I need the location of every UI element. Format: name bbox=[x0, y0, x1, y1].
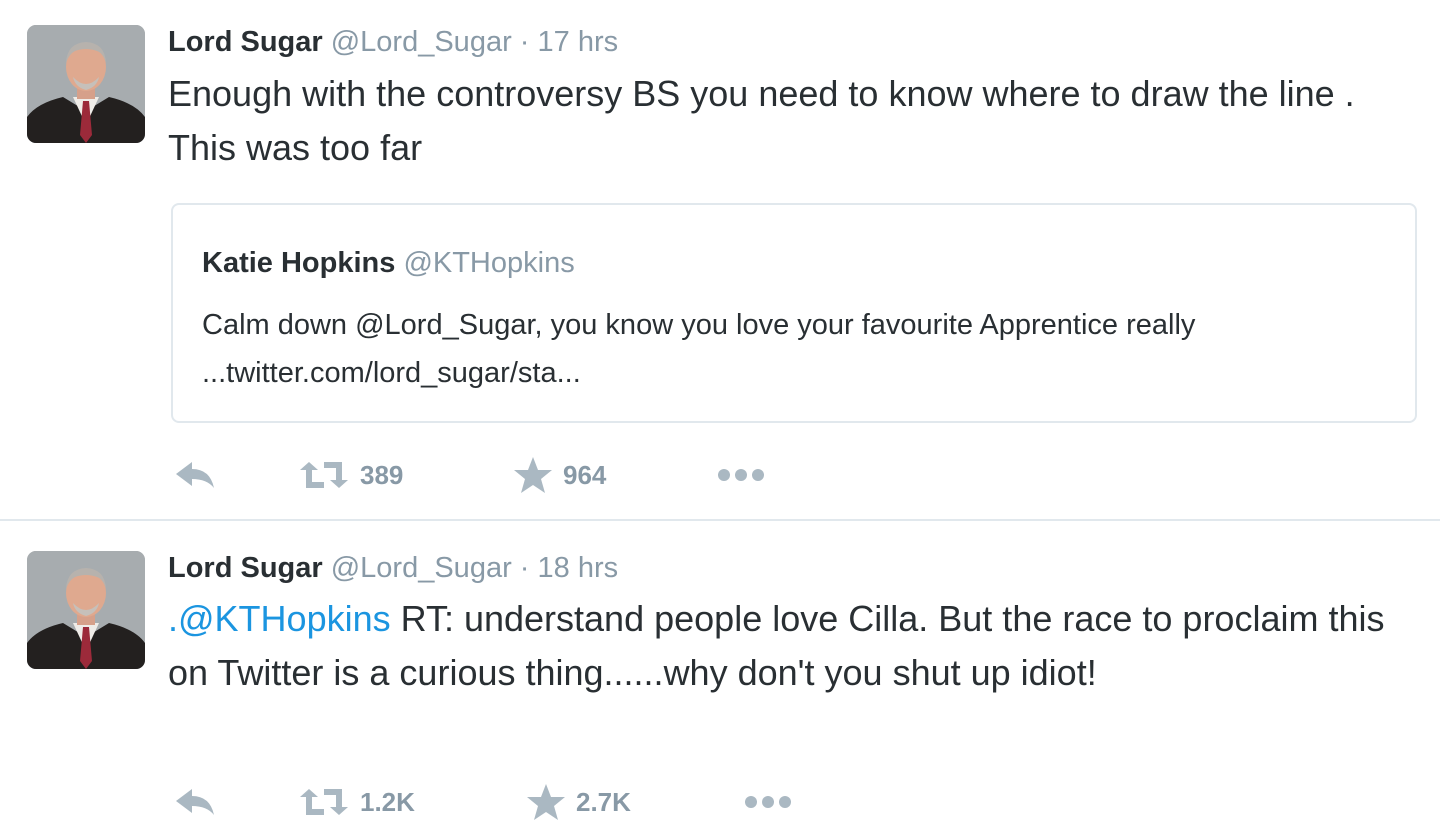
separator-dot: · bbox=[519, 26, 530, 58]
retweet-button[interactable]: 1.2K bbox=[298, 782, 415, 822]
avatar-image bbox=[27, 25, 145, 143]
tweet-header: Lord Sugar @Lord_Sugar · 17 hrs bbox=[168, 24, 618, 60]
author-handle[interactable]: @Lord_Sugar bbox=[331, 552, 512, 584]
reply-icon bbox=[176, 789, 214, 815]
author-name[interactable]: Lord Sugar bbox=[168, 26, 323, 58]
separator-dot: · bbox=[519, 552, 530, 584]
tweet-1[interactable]: Lord Sugar @Lord_Sugar · 17 hrs Enough w… bbox=[0, 0, 1440, 521]
more-icon bbox=[718, 469, 764, 481]
more-icon bbox=[745, 796, 791, 808]
retweet-icon bbox=[300, 789, 348, 815]
like-button[interactable]: 2.7K bbox=[526, 782, 631, 822]
retweet-count: 1.2K bbox=[360, 786, 415, 817]
tweet-header: Lord Sugar @Lord_Sugar · 18 hrs bbox=[168, 550, 618, 586]
avatar[interactable] bbox=[27, 551, 145, 669]
reply-icon bbox=[176, 462, 214, 488]
quoted-author-name: Katie Hopkins bbox=[202, 247, 396, 279]
retweet-icon bbox=[300, 462, 348, 488]
avatar-image bbox=[27, 551, 145, 669]
more-button[interactable] bbox=[716, 455, 766, 495]
like-button[interactable]: 964 bbox=[513, 455, 606, 495]
quoted-tweet-text: Calm down @Lord_Sugar, you know you love… bbox=[202, 309, 1196, 389]
tweet-text: .@KTHopkins RT: understand people love C… bbox=[168, 592, 1418, 700]
tweet-text: Enough with the controversy BS you need … bbox=[168, 73, 1355, 168]
like-count: 964 bbox=[563, 459, 607, 490]
reply-button[interactable] bbox=[174, 455, 216, 495]
reply-button[interactable] bbox=[174, 782, 216, 822]
author-handle[interactable]: @Lord_Sugar bbox=[331, 26, 512, 58]
avatar[interactable] bbox=[27, 25, 145, 143]
like-count: 2.7K bbox=[576, 786, 631, 817]
quoted-tweet[interactable]: Katie Hopkins @KTHopkins Calm down @Lord… bbox=[171, 203, 1417, 423]
tweet-2[interactable]: Lord Sugar @Lord_Sugar · 18 hrs .@KTHopk… bbox=[0, 521, 1440, 840]
quoted-author-handle: @KTHopkins bbox=[403, 247, 575, 279]
star-icon bbox=[527, 784, 565, 820]
mention-link[interactable]: .@KTHopkins bbox=[168, 598, 391, 639]
more-button[interactable] bbox=[743, 782, 793, 822]
star-icon bbox=[514, 457, 552, 493]
author-name[interactable]: Lord Sugar bbox=[168, 552, 323, 584]
timestamp[interactable]: 17 hrs bbox=[538, 26, 619, 58]
timestamp[interactable]: 18 hrs bbox=[538, 552, 619, 584]
retweet-count: 389 bbox=[360, 459, 404, 490]
quoted-tweet-header: Katie Hopkins @KTHopkins bbox=[202, 245, 575, 281]
retweet-button[interactable]: 389 bbox=[298, 455, 403, 495]
